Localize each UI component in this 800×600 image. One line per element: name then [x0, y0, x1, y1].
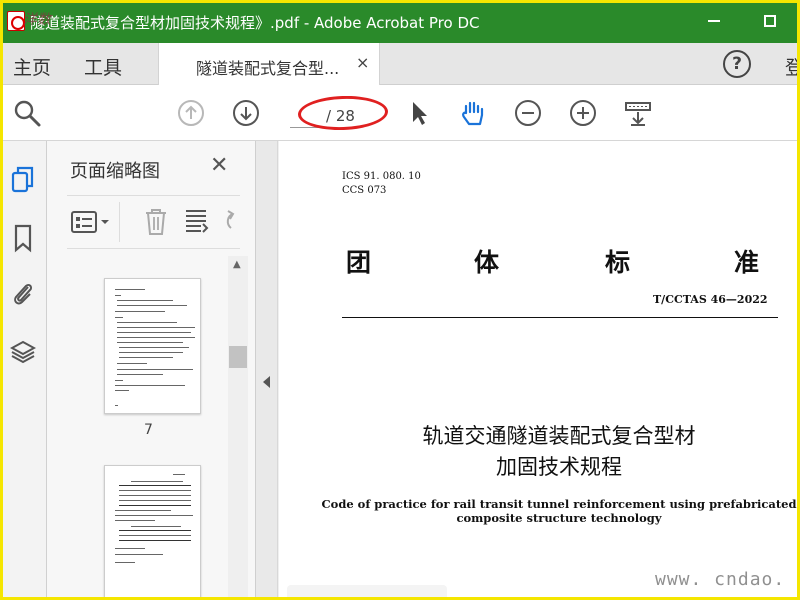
title-bar: 隧道装配式复合型材加固技术规程》.pdf - Adobe Acrobat Pro…	[0, 0, 800, 43]
panel-close-icon[interactable]: ✕	[210, 153, 228, 178]
scroll-thumb[interactable]	[229, 346, 247, 368]
minimize-button[interactable]	[700, 8, 728, 34]
pdf-page: ICS 91. 080. 10 CCS 073 团 体 标 准 T/CCTAS …	[279, 141, 800, 600]
page-thumbnail[interactable]	[104, 465, 201, 600]
panel-title: 页面缩略图	[70, 161, 160, 182]
extract-page-icon[interactable]	[183, 208, 209, 240]
page-down-icon[interactable]	[231, 98, 261, 128]
layers-icon[interactable]	[9, 337, 37, 365]
tab-row: 主页 工具 隧道装配式复合型... × ? 登	[0, 43, 800, 85]
hand-tool-icon[interactable]	[458, 98, 488, 128]
document-viewport[interactable]: ICS 91. 080. 10 CCS 073 团 体 标 准 T/CCTAS …	[279, 141, 800, 600]
page-thumbnail[interactable]	[104, 278, 201, 414]
toolbar-divider	[119, 202, 120, 242]
standard-number: T/CCTAS 46—2022	[653, 293, 768, 306]
toolbar	[0, 85, 800, 141]
help-icon[interactable]: ?	[723, 50, 751, 78]
standard-char: 团	[346, 248, 372, 277]
chinese-title-line: 加固技术规程	[496, 455, 622, 479]
menu-home[interactable]: 主页	[13, 53, 51, 80]
title-watermark: 洋数	[23, 12, 51, 28]
zoom-in-icon[interactable]	[568, 98, 598, 128]
collapse-panel-icon[interactable]	[263, 376, 270, 388]
zoom-out-icon[interactable]	[513, 98, 543, 128]
menu-tools[interactable]: 工具	[84, 53, 122, 80]
search-zoom-icon[interactable]	[12, 98, 42, 128]
ics-code: ICS 91. 080. 10 CCS 073	[342, 170, 421, 198]
standard-char: 标	[605, 248, 631, 277]
scroll-up-icon[interactable]: ▲	[233, 259, 241, 270]
document-tab-close-icon[interactable]: ×	[356, 53, 369, 72]
sign-in-link[interactable]: 登	[785, 53, 800, 80]
scan-tool-icon[interactable]	[623, 98, 653, 128]
page-thumbnails-icon[interactable]	[10, 165, 36, 193]
navigation-rail	[0, 141, 47, 600]
thumbnails-panel: 页面缩略图 ✕ ▲ 7	[47, 141, 256, 600]
chinese-title-line: 轨道交通隧道装配式复合型材	[422, 424, 696, 448]
undo-icon[interactable]	[223, 208, 240, 240]
maximize-button[interactable]	[756, 8, 784, 34]
thumbnail-page-label: 7	[144, 422, 153, 438]
thumbnail-scrollbar[interactable]: ▲	[228, 256, 248, 600]
panel-toolbar	[67, 195, 240, 249]
standard-char: 体	[474, 248, 500, 277]
thumbnail-options-icon[interactable]	[71, 210, 113, 240]
select-pointer-icon[interactable]	[404, 98, 434, 128]
document-tab-label: 隧道装配式复合型...	[196, 59, 340, 78]
standard-char: 准	[734, 248, 760, 277]
window-title: 隧道装配式复合型材加固技术规程》.pdf - Adobe Acrobat Pro…	[30, 14, 480, 32]
panel-splitter[interactable]	[256, 141, 278, 600]
bookmark-icon[interactable]	[10, 223, 36, 253]
site-watermark: www. cndao. com	[655, 569, 800, 590]
attachment-icon[interactable]	[10, 279, 36, 307]
minimize-icon	[708, 20, 720, 22]
english-title-line: Code of practice for rail transit tunnel…	[321, 497, 797, 511]
delete-page-icon[interactable]	[143, 208, 169, 240]
document-tab[interactable]: 隧道装配式复合型... ×	[158, 43, 380, 85]
maximize-icon	[764, 15, 776, 27]
english-title-line: composite structure technology	[456, 511, 662, 525]
ccs-line: CCS 073	[342, 185, 387, 196]
floating-toolbar-edge	[287, 585, 447, 600]
page-up-icon[interactable]	[176, 98, 206, 128]
header-rule	[342, 317, 778, 318]
ics-line: ICS 91. 080. 10	[342, 171, 421, 182]
